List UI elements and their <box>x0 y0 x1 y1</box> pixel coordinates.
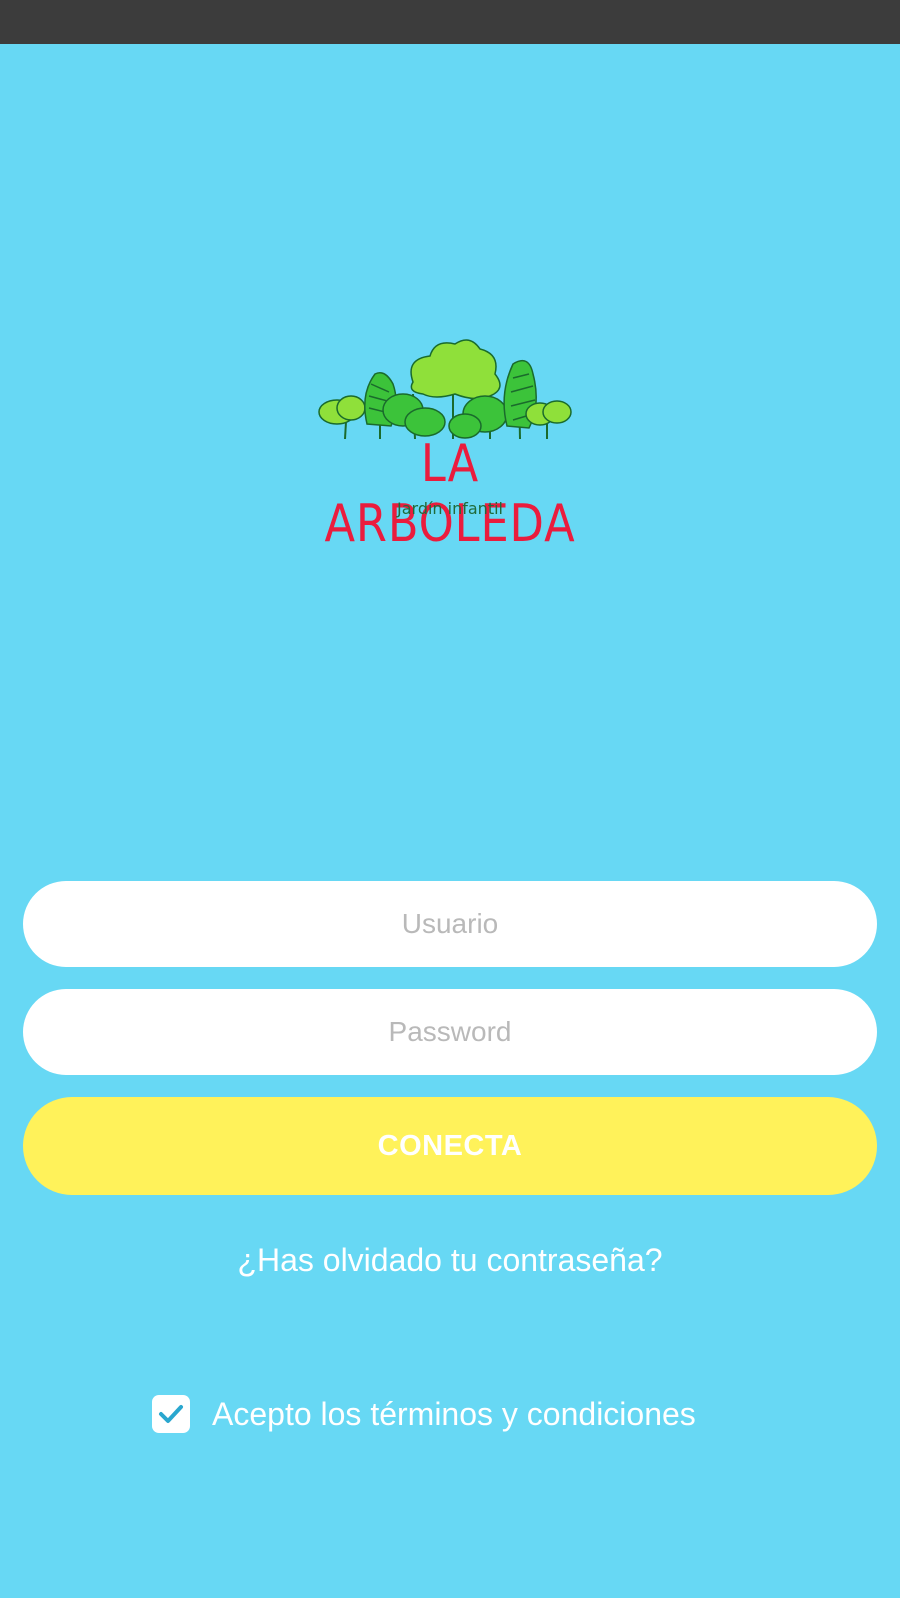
logo-subtitle: Jardín infantil <box>397 499 503 518</box>
terms-checkbox[interactable] <box>152 1395 190 1433</box>
trees-logo-icon <box>318 339 572 440</box>
terms-label: Acepto los términos y condiciones <box>212 1396 696 1432</box>
connect-button[interactable]: CONECTA <box>23 1097 877 1195</box>
forgot-password-link[interactable]: ¿Has olvidado tu contraseña? <box>0 1238 900 1282</box>
terms-checkbox-row[interactable]: Acepto los términos y condiciones <box>152 1389 696 1439</box>
status-bar <box>0 0 900 45</box>
app-logo: LA ARBOLEDA Jardín infantil <box>285 334 615 554</box>
login-screen: LA ARBOLEDA Jardín infantil CONECTA ¿Has… <box>0 44 900 1598</box>
password-input[interactable] <box>23 989 877 1075</box>
username-input[interactable] <box>23 881 877 967</box>
checkmark-icon <box>159 1405 183 1423</box>
logo-title: LA ARBOLEDA <box>324 434 576 554</box>
